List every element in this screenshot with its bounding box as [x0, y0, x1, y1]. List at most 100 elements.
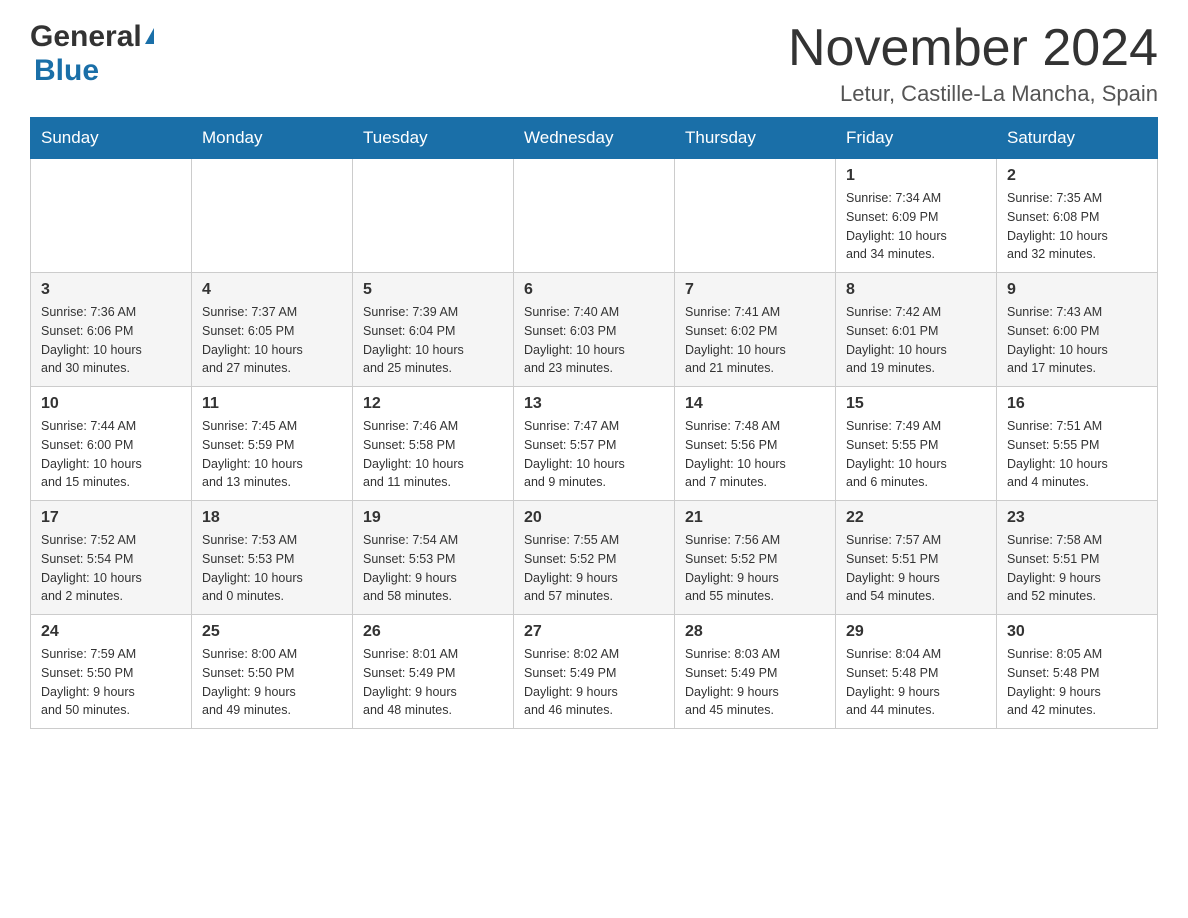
calendar-cell: 8 Sunrise: 7:42 AM Sunset: 6:01 PM Daylig… [836, 273, 997, 387]
day-info: Sunrise: 7:45 AM Sunset: 5:59 PM Dayligh… [202, 417, 342, 492]
day-info: Sunrise: 8:01 AM Sunset: 5:49 PM Dayligh… [363, 645, 503, 720]
calendar-header-thursday: Thursday [675, 118, 836, 159]
calendar-cell: 4Sunrise: 7:37 AM Sunset: 6:05 PM Daylig… [192, 273, 353, 387]
day-info: Sunrise: 8:05 AM Sunset: 5:48 PM Dayligh… [1007, 645, 1147, 720]
calendar-cell: 17Sunrise: 7:52 AM Sunset: 5:54 PM Dayli… [31, 501, 192, 615]
day-number: 9 [1007, 281, 1147, 299]
calendar-cell: 2 Sunrise: 7:35 AM Sunset: 6:08 PM Daylig… [997, 159, 1158, 273]
day-info: Sunrise: 7:53 AM Sunset: 5:53 PM Dayligh… [202, 531, 342, 606]
calendar-cell [31, 159, 192, 273]
day-info: Sunrise: 7:42 AM Sunset: 6:01 PM Dayligh… [846, 303, 986, 378]
day-number: 29 [846, 623, 986, 641]
calendar-cell: 26 Sunrise: 8:01 AM Sunset: 5:49 PM Dayli… [353, 615, 514, 729]
day-info: Sunrise: 7:41 AM Sunset: 6:02 PM Dayligh… [685, 303, 825, 378]
calendar-week-row: 17Sunrise: 7:52 AM Sunset: 5:54 PM Dayli… [31, 501, 1158, 615]
calendar-cell: 12Sunrise: 7:46 AM Sunset: 5:58 PM Dayli… [353, 387, 514, 501]
day-info: Sunrise: 7:40 AM Sunset: 6:03 PM Dayligh… [524, 303, 664, 378]
day-number: 15 [846, 395, 986, 413]
logo-area: General Blue [30, 20, 154, 88]
calendar-cell: 22 Sunrise: 7:57 AM Sunset: 5:51 PM Dayli… [836, 501, 997, 615]
calendar-cell [192, 159, 353, 273]
day-number: 14 [685, 395, 825, 413]
calendar-cell: 27Sunrise: 8:02 AM Sunset: 5:49 PM Dayli… [514, 615, 675, 729]
calendar-cell: 15 Sunrise: 7:49 AM Sunset: 5:55 PM Dayli… [836, 387, 997, 501]
calendar-cell: 13 Sunrise: 7:47 AM Sunset: 5:57 PM Dayli… [514, 387, 675, 501]
day-info: Sunrise: 8:00 AM Sunset: 5:50 PM Dayligh… [202, 645, 342, 720]
day-number: 4 [202, 281, 342, 299]
day-number: 17 [41, 509, 181, 527]
calendar-header-wednesday: Wednesday [514, 118, 675, 159]
day-info: Sunrise: 7:39 AM Sunset: 6:04 PM Dayligh… [363, 303, 503, 378]
title-area: November 2024 Letur, Castille-La Mancha,… [788, 20, 1158, 107]
day-info: Sunrise: 7:47 AM Sunset: 5:57 PM Dayligh… [524, 417, 664, 492]
day-number: 2 [1007, 167, 1147, 185]
calendar-week-row: 3Sunrise: 7:36 AM Sunset: 6:06 PM Daylig… [31, 273, 1158, 387]
day-info: Sunrise: 7:44 AM Sunset: 6:00 PM Dayligh… [41, 417, 181, 492]
day-info: Sunrise: 7:54 AM Sunset: 5:53 PM Dayligh… [363, 531, 503, 606]
day-number: 26 [363, 623, 503, 641]
calendar-header-monday: Monday [192, 118, 353, 159]
day-info: Sunrise: 7:59 AM Sunset: 5:50 PM Dayligh… [41, 645, 181, 720]
day-number: 19 [363, 509, 503, 527]
calendar-cell: 1 Sunrise: 7:34 AM Sunset: 6:09 PM Daylig… [836, 159, 997, 273]
day-number: 27 [524, 623, 664, 641]
calendar-cell: 18 Sunrise: 7:53 AM Sunset: 5:53 PM Dayli… [192, 501, 353, 615]
day-info: Sunrise: 8:03 AM Sunset: 5:49 PM Dayligh… [685, 645, 825, 720]
calendar-cell: 3Sunrise: 7:36 AM Sunset: 6:06 PM Daylig… [31, 273, 192, 387]
calendar-cell: 23 Sunrise: 7:58 AM Sunset: 5:51 PM Dayli… [997, 501, 1158, 615]
day-number: 18 [202, 509, 342, 527]
day-number: 13 [524, 395, 664, 413]
calendar-header-sunday: Sunday [31, 118, 192, 159]
calendar-cell: 7 Sunrise: 7:41 AM Sunset: 6:02 PM Daylig… [675, 273, 836, 387]
day-number: 12 [363, 395, 503, 413]
day-number: 30 [1007, 623, 1147, 641]
day-info: Sunrise: 7:49 AM Sunset: 5:55 PM Dayligh… [846, 417, 986, 492]
calendar-cell: 14Sunrise: 7:48 AM Sunset: 5:56 PM Dayli… [675, 387, 836, 501]
day-number: 21 [685, 509, 825, 527]
day-number: 10 [41, 395, 181, 413]
calendar-cell: 16 Sunrise: 7:51 AM Sunset: 5:55 PM Dayli… [997, 387, 1158, 501]
calendar-cell [675, 159, 836, 273]
day-number: 28 [685, 623, 825, 641]
logo-triangle-icon [145, 28, 154, 44]
day-number: 11 [202, 395, 342, 413]
calendar-week-row: 24 Sunrise: 7:59 AM Sunset: 5:50 PM Dayli… [31, 615, 1158, 729]
calendar-header-saturday: Saturday [997, 118, 1158, 159]
day-info: Sunrise: 7:51 AM Sunset: 5:55 PM Dayligh… [1007, 417, 1147, 492]
calendar-cell: 28 Sunrise: 8:03 AM Sunset: 5:49 PM Dayli… [675, 615, 836, 729]
day-number: 16 [1007, 395, 1147, 413]
calendar-cell: 25 Sunrise: 8:00 AM Sunset: 5:50 PM Dayli… [192, 615, 353, 729]
day-number: 22 [846, 509, 986, 527]
calendar-cell: 11 Sunrise: 7:45 AM Sunset: 5:59 PM Dayli… [192, 387, 353, 501]
calendar-header-row: SundayMondayTuesdayWednesdayThursdayFrid… [31, 118, 1158, 159]
calendar-cell: 10 Sunrise: 7:44 AM Sunset: 6:00 PM Dayli… [31, 387, 192, 501]
day-number: 23 [1007, 509, 1147, 527]
day-info: Sunrise: 7:58 AM Sunset: 5:51 PM Dayligh… [1007, 531, 1147, 606]
day-info: Sunrise: 7:34 AM Sunset: 6:09 PM Dayligh… [846, 189, 986, 264]
logo-general: General [30, 20, 142, 54]
calendar-header-friday: Friday [836, 118, 997, 159]
day-number: 6 [524, 281, 664, 299]
calendar-cell [353, 159, 514, 273]
day-number: 8 [846, 281, 986, 299]
calendar-cell: 20Sunrise: 7:55 AM Sunset: 5:52 PM Dayli… [514, 501, 675, 615]
day-number: 3 [41, 281, 181, 299]
calendar-header-tuesday: Tuesday [353, 118, 514, 159]
calendar-cell: 5Sunrise: 7:39 AM Sunset: 6:04 PM Daylig… [353, 273, 514, 387]
calendar-cell: 29 Sunrise: 8:04 AM Sunset: 5:48 PM Dayli… [836, 615, 997, 729]
calendar-week-row: 1 Sunrise: 7:34 AM Sunset: 6:09 PM Daylig… [31, 159, 1158, 273]
day-info: Sunrise: 7:57 AM Sunset: 5:51 PM Dayligh… [846, 531, 986, 606]
day-info: Sunrise: 7:56 AM Sunset: 5:52 PM Dayligh… [685, 531, 825, 606]
day-number: 1 [846, 167, 986, 185]
calendar-cell: 24 Sunrise: 7:59 AM Sunset: 5:50 PM Dayli… [31, 615, 192, 729]
day-number: 7 [685, 281, 825, 299]
day-number: 24 [41, 623, 181, 641]
day-number: 25 [202, 623, 342, 641]
calendar-cell [514, 159, 675, 273]
day-info: Sunrise: 8:04 AM Sunset: 5:48 PM Dayligh… [846, 645, 986, 720]
calendar-cell: 21 Sunrise: 7:56 AM Sunset: 5:52 PM Dayli… [675, 501, 836, 615]
day-info: Sunrise: 7:55 AM Sunset: 5:52 PM Dayligh… [524, 531, 664, 606]
calendar-cell: 30 Sunrise: 8:05 AM Sunset: 5:48 PM Dayli… [997, 615, 1158, 729]
calendar-week-row: 10 Sunrise: 7:44 AM Sunset: 6:00 PM Dayli… [31, 387, 1158, 501]
day-info: Sunrise: 7:35 AM Sunset: 6:08 PM Dayligh… [1007, 189, 1147, 264]
